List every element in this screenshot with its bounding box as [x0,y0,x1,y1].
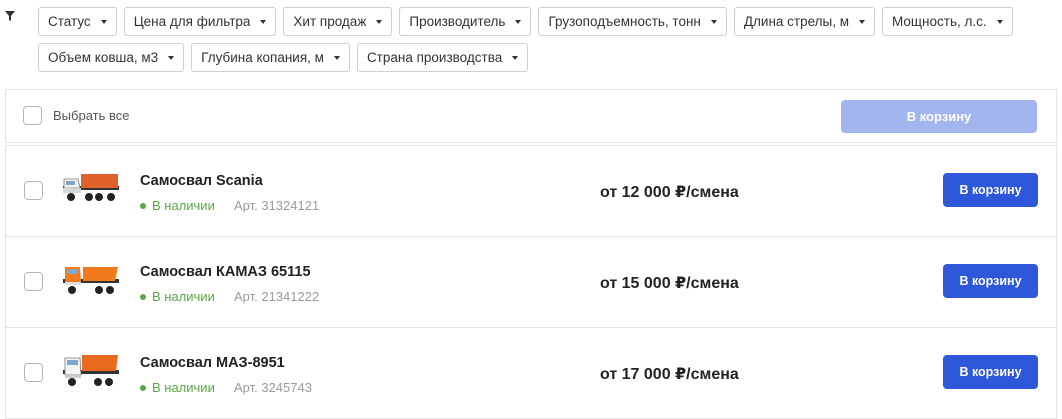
filter-row-1: Статус Цена для фильтра Хит продаж Произ… [38,7,1058,36]
filter-bucket-volume[interactable]: Объем ковша, м3 [38,43,185,72]
stock-status: В наличии [140,380,215,395]
filter-bar: Статус Цена для фильтра Хит продаж Произ… [38,7,1058,79]
product-name[interactable]: Самосвал Scania [140,173,263,189]
filter-status[interactable]: Статус [38,7,117,36]
filter-label: Длина стрелы, м [743,14,850,29]
product-name[interactable]: Самосвал КАМАЗ 65115 [140,264,311,280]
stock-label: В наличии [152,289,215,304]
in-stock-dot-icon [140,202,146,209]
dump-truck-image[interactable] [61,348,121,396]
filter-label: Производитель [409,14,506,29]
product-row: Самосвал КАМАЗ 65115 В наличии Арт. 2134… [5,236,1057,328]
dump-truck-image[interactable] [61,166,121,214]
in-stock-dot-icon [140,293,146,300]
filter-label: Мощность, л.с. [892,14,987,29]
caret-down-icon [333,55,340,60]
filter-label: Объем ковша, м3 [48,50,159,65]
filter-label: Цена для фильтра [133,14,251,29]
product-checkbox[interactable] [24,181,43,200]
filter-icon[interactable] [4,10,16,22]
stock-status: В наличии [140,198,215,213]
product-checkbox[interactable] [24,272,43,291]
stock-label: В наличии [152,198,215,213]
add-to-cart-button[interactable]: В корзину [943,355,1038,389]
caret-down-icon [260,19,267,24]
filter-row-2: Объем ковша, м3 Глубина копания, м Стран… [38,43,1058,72]
caret-down-icon [100,19,107,24]
select-all-checkbox[interactable] [23,106,42,125]
caret-down-icon [512,55,519,60]
caret-down-icon [859,19,866,24]
caret-down-icon [996,19,1003,24]
filter-power[interactable]: Мощность, л.с. [882,7,1013,36]
caret-down-icon [376,19,383,24]
filter-label: Статус [48,14,91,29]
caret-down-icon [710,19,717,24]
filter-capacity[interactable]: Грузоподъемность, тонн [538,7,727,36]
filter-label: Хит продаж [293,14,367,29]
select-all-bar: Выбрать все В корзину [5,89,1057,143]
product-row: Самосвал Scania В наличии Арт. 31324121 … [5,145,1057,237]
caret-down-icon [515,19,522,24]
filter-label: Страна производства [366,50,503,65]
filter-bestseller[interactable]: Хит продаж [283,7,393,36]
add-selected-to-cart-button[interactable]: В корзину [841,100,1037,133]
product-checkbox[interactable] [24,363,43,382]
filter-manufacturer[interactable]: Производитель [399,7,532,36]
product-price: от 17 000 ₽/смена [600,366,739,383]
add-to-cart-button[interactable]: В корзину [943,264,1038,298]
filter-label: Грузоподъемность, тонн [548,14,701,29]
product-sku: Арт. 21341222 [234,289,320,304]
filter-digging-depth[interactable]: Глубина копания, м [191,43,350,72]
filter-boom-length[interactable]: Длина стрелы, м [733,7,876,36]
filter-price[interactable]: Цена для фильтра [123,7,277,36]
caret-down-icon [168,55,175,60]
product-price: от 15 000 ₽/смена [600,275,739,292]
product-sku: Арт. 31324121 [234,198,320,213]
filter-label: Глубина копания, м [201,50,324,65]
stock-status: В наличии [140,289,215,304]
product-name[interactable]: Самосвал МАЗ-8951 [140,355,285,371]
in-stock-dot-icon [140,384,146,391]
stock-label: В наличии [152,380,215,395]
filter-country[interactable]: Страна производства [356,43,529,72]
add-to-cart-button[interactable]: В корзину [943,173,1038,207]
product-row: Самосвал МАЗ-8951 В наличии Арт. 3245743… [5,327,1057,419]
product-price: от 12 000 ₽/смена [600,184,739,201]
product-sku: Арт. 3245743 [234,380,312,395]
select-all-label: Выбрать все [53,108,130,123]
dump-truck-image[interactable] [61,257,121,305]
